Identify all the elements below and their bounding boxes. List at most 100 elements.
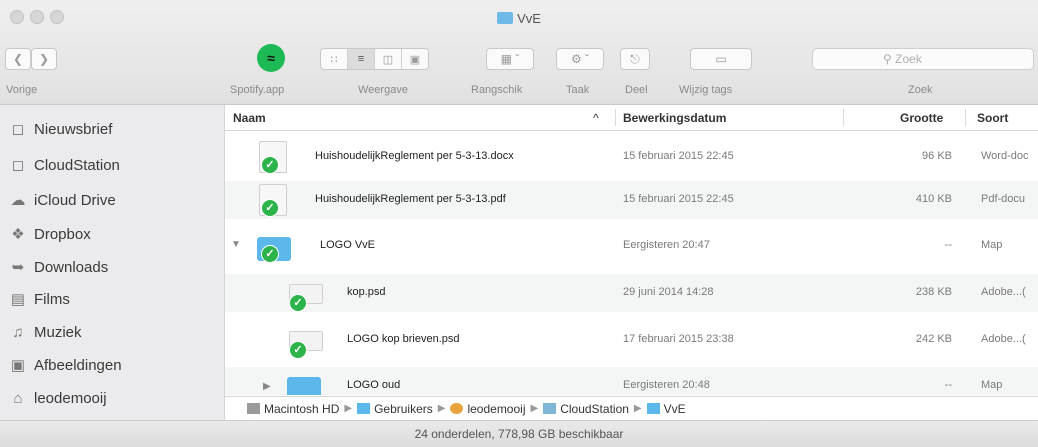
grid-icon: ▦ ˇ xyxy=(500,52,520,66)
back-label: Vorige xyxy=(6,84,38,96)
back-button[interactable]: ❮ xyxy=(5,48,31,70)
hard-drive-icon xyxy=(247,402,260,414)
file-date: Eergisteren 20:48 xyxy=(623,379,710,391)
table-row[interactable]: ✓ LOGO kop brieven.psd 17 februari 2015 … xyxy=(225,321,1038,359)
file-date: 15 februari 2015 22:45 xyxy=(623,193,734,205)
path-item-macintosh-hd[interactable]: Macintosh HD xyxy=(247,402,339,416)
chevron-right-icon: ▶ xyxy=(344,403,353,414)
disclosure-triangle-closed-icon[interactable]: ▶ xyxy=(263,381,271,392)
arrange-button[interactable]: ▦ ˇ xyxy=(486,48,534,70)
file-name: HuishoudelijkReglement per 5-3-13.docx xyxy=(315,150,514,162)
sync-check-icon: ✓ xyxy=(261,156,279,174)
file-name: LOGO kop brieven.psd xyxy=(347,333,460,345)
sort-arrow-icon: ^ xyxy=(593,111,599,125)
search-icon: ⚲ xyxy=(883,52,892,66)
icon-view-button[interactable]: ∷ xyxy=(321,49,348,69)
film-icon: ▤ xyxy=(10,291,26,308)
arrange-label: Rangschik xyxy=(471,84,523,96)
column-header-date[interactable]: Bewerkingsdatum xyxy=(623,111,726,125)
sidebar-item-muziek[interactable]: ♫ Muziek xyxy=(12,320,81,344)
path-item-leodemooij[interactable]: leodemooij xyxy=(450,402,526,416)
camera-icon: ▣ xyxy=(10,357,26,374)
sidebar-item-leodemooij[interactable]: ⌂ leodemooij xyxy=(13,386,106,410)
table-row[interactable]: ✓ HuishoudelijkReglement per 5-3-13.docx… xyxy=(225,138,1038,176)
edit-tags-label: Wijzig tags xyxy=(679,84,733,96)
column-header-size[interactable]: Grootte xyxy=(900,111,943,125)
sidebar-item-dropbox[interactable]: ❖ Dropbox xyxy=(11,222,90,246)
cover-flow-view-button[interactable]: ▣ xyxy=(402,49,428,69)
file-size: 242 KB xyxy=(915,333,952,345)
chevron-right-icon: ▶ xyxy=(437,403,446,414)
sidebar: ◻ Nieuwsbrief ◻ CloudStation ☁ iCloud Drive… xyxy=(0,105,225,420)
toolbar: VvE ❮ ❯ Vorige ≈ Spotify.app ∷ ≡ ◫ ▣ Wee… xyxy=(0,0,1038,105)
sidebar-item-icloud-drive[interactable]: ☁ iCloud Drive xyxy=(11,188,116,212)
file-kind: Adobe...( xyxy=(981,333,1026,345)
column-view-button[interactable]: ◫ xyxy=(375,49,402,69)
table-row[interactable]: ✓ kop.psd 29 juni 2014 14:28 238 KB Adob… xyxy=(225,274,1038,312)
sidebar-item-nieuwsbrief[interactable]: ◻ Nieuwsbrief xyxy=(12,117,113,141)
path-item-gebruikers[interactable]: Gebruikers xyxy=(357,402,433,416)
file-kind: Adobe...( xyxy=(981,286,1026,298)
disclosure-triangle-open-icon[interactable]: ▼ xyxy=(231,239,241,250)
file-name: LOGO oud xyxy=(347,379,401,391)
view-label: Weergave xyxy=(358,84,408,96)
folder-icon: ◻ xyxy=(11,121,25,138)
window-title: VvE xyxy=(0,11,1038,26)
path-item-vve[interactable]: VvE xyxy=(646,402,686,416)
forward-button[interactable]: ❯ xyxy=(31,48,57,70)
table-row[interactable]: ▶ LOGO oud Eergisteren 20:48 -- Map xyxy=(225,367,1038,395)
file-kind: Pdf-docu xyxy=(981,193,1026,205)
gear-icon: ⚙ ˇ xyxy=(570,52,590,66)
folder-icon: ◻ xyxy=(11,157,25,174)
spotify-icon: ≈ xyxy=(267,50,275,66)
file-name: kop.psd xyxy=(347,286,386,298)
chevron-right-icon: ▶ xyxy=(633,403,642,414)
table-row[interactable]: ▼ ✓ LOGO VvE Eergisteren 20:47 -- Map xyxy=(225,227,1038,265)
file-kind: Map xyxy=(981,379,1003,391)
file-list: Naam ^ Bewerkingsdatum Grootte Soort ✓ H… xyxy=(225,105,1038,395)
music-icon: ♫ xyxy=(12,323,24,341)
column-header: Naam ^ Bewerkingsdatum Grootte Soort xyxy=(225,105,1038,131)
share-icon: ⎋ xyxy=(630,51,640,66)
column-header-kind[interactable]: Soort xyxy=(977,111,1008,125)
file-date: 29 juni 2014 14:28 xyxy=(623,286,714,298)
spotify-app-button[interactable]: ≈ xyxy=(257,44,285,72)
sidebar-item-films[interactable]: ▤ Films xyxy=(11,287,70,311)
path-item-cloudstation[interactable]: CloudStation xyxy=(543,402,629,416)
sync-check-icon: ✓ xyxy=(289,341,307,359)
file-kind: Map xyxy=(981,239,1003,251)
sidebar-item-downloads[interactable]: ➥ Downloads xyxy=(12,255,109,279)
action-label: Taak xyxy=(566,84,590,96)
column-divider[interactable] xyxy=(615,109,616,126)
sync-check-icon: ✓ xyxy=(261,199,279,217)
sidebar-item-afbeeldingen[interactable]: ▣ Afbeeldingen xyxy=(11,353,122,377)
sync-check-icon: ✓ xyxy=(289,294,307,312)
edit-tags-button[interactable]: ▭ xyxy=(690,48,752,70)
folder-icon xyxy=(543,402,557,414)
home-icon xyxy=(450,402,464,414)
tag-icon: ▭ xyxy=(715,52,727,66)
file-date: Eergisteren 20:47 xyxy=(623,239,710,251)
download-icon: ➥ xyxy=(11,259,25,276)
column-divider[interactable] xyxy=(843,109,844,126)
file-date: 15 februari 2015 22:45 xyxy=(623,150,734,162)
chevron-left-icon: ❮ xyxy=(12,52,24,66)
search-field[interactable]: ⚲ Zoek xyxy=(812,48,1034,70)
sidebar-item-cloudstation[interactable]: ◻ CloudStation xyxy=(12,153,120,177)
column-header-name[interactable]: Naam xyxy=(233,111,266,125)
share-button[interactable]: ⎋ xyxy=(620,48,650,70)
list-view-button[interactable]: ≡ xyxy=(348,49,375,69)
folder-icon xyxy=(357,402,371,414)
table-row[interactable]: ✓ HuishoudelijkReglement per 5-3-13.pdf … xyxy=(225,181,1038,219)
search-label: Zoek xyxy=(908,84,933,96)
chevron-right-icon: ▶ xyxy=(530,403,539,414)
action-button[interactable]: ⚙ ˇ xyxy=(556,48,604,70)
file-name: LOGO VvE xyxy=(320,239,376,251)
folder-icon xyxy=(287,377,321,395)
file-date: 17 februari 2015 23:38 xyxy=(623,333,734,345)
view-segmented-control: ∷ ≡ ◫ ▣ xyxy=(320,48,429,70)
path-bar: Macintosh HD ▶ Gebruikers ▶ leodemooij ▶… xyxy=(225,396,1038,420)
folder-icon xyxy=(497,12,514,24)
column-divider[interactable] xyxy=(965,109,966,126)
status-bar: 24 onderdelen, 778,98 GB beschikbaar xyxy=(0,420,1038,447)
